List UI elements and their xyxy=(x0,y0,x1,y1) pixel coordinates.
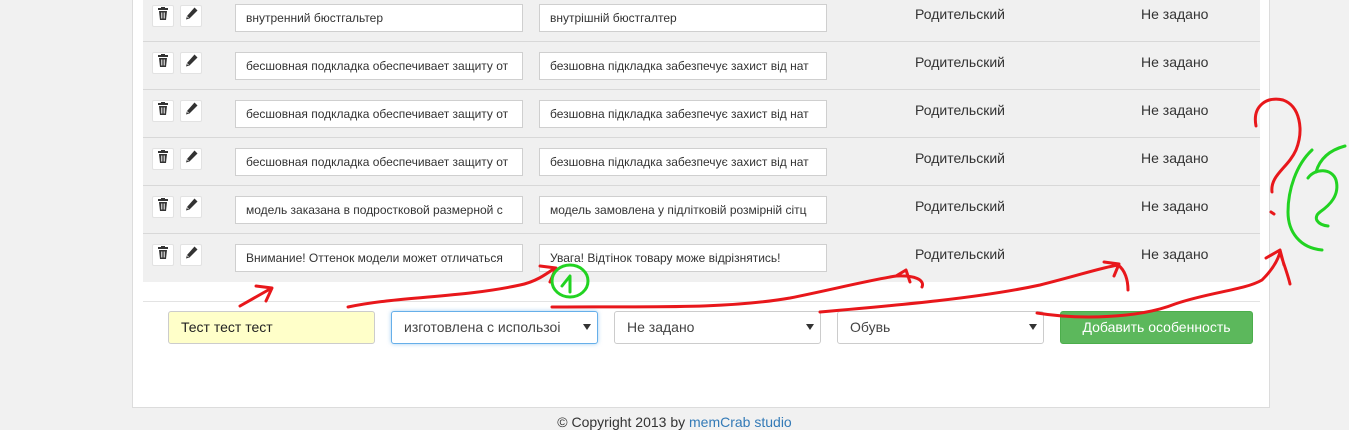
green-bracket xyxy=(1286,144,1347,252)
feature-type: Родительский xyxy=(915,6,1005,22)
delete-button[interactable] xyxy=(152,100,174,122)
delete-button[interactable] xyxy=(152,148,174,170)
footer: © Copyright 2013 by memCrab studio xyxy=(0,414,1349,430)
edit-button[interactable] xyxy=(180,148,202,170)
pencil-icon xyxy=(185,246,198,264)
table-row: бесшовная подкладка обеспечивает защиту … xyxy=(143,138,1260,186)
edit-button[interactable] xyxy=(180,52,202,74)
table-row: внутренний бюстгальтер внутрішній бюстга… xyxy=(143,0,1260,42)
feature-name-ua-input[interactable]: внутрішній бюстгалтер xyxy=(539,4,827,32)
studio-link[interactable]: memCrab studio xyxy=(689,414,792,430)
trash-icon xyxy=(157,246,169,264)
table-row: бесшовная подкладка обеспечивает защиту … xyxy=(143,90,1260,138)
feature-name-ru-input[interactable]: внутренний бюстгальтер xyxy=(235,4,523,32)
edit-button[interactable] xyxy=(180,196,202,218)
feature-value: Не задано xyxy=(1141,102,1209,118)
feature-name-ru-input[interactable]: Внимание! Оттенок модели может отличатьс… xyxy=(235,244,523,272)
caret-down-icon xyxy=(1029,324,1037,330)
feature-select[interactable]: изготовлена с использоі xyxy=(391,311,598,344)
feature-name-ru-input[interactable]: бесшовная подкладка обеспечивает защиту … xyxy=(235,52,523,80)
select-value: Не задано xyxy=(627,319,695,335)
feature-type: Родительский xyxy=(915,150,1005,166)
feature-type: Родительский xyxy=(915,246,1005,262)
trash-icon xyxy=(157,54,169,72)
table-row: Внимание! Оттенок модели может отличатьс… xyxy=(143,234,1260,282)
table-row: бесшовная подкладка обеспечивает защиту … xyxy=(143,42,1260,90)
pencil-icon xyxy=(185,54,198,72)
trash-icon xyxy=(157,198,169,216)
delete-button[interactable] xyxy=(152,244,174,266)
feature-name-ua-input[interactable]: безшовна підкладка забезпечує захист від… xyxy=(539,52,827,80)
delete-button[interactable] xyxy=(152,52,174,74)
feature-value: Не задано xyxy=(1141,198,1209,214)
copyright-text: © Copyright 2013 by xyxy=(557,414,690,430)
select-value: изготовлена с использоі xyxy=(404,319,561,335)
feature-name-ua-input[interactable]: безшовна підкладка забезпечує захист від… xyxy=(539,100,827,128)
feature-type: Родительский xyxy=(915,198,1005,214)
trash-icon xyxy=(157,102,169,120)
feature-name-ua-input[interactable]: безшовна підкладка забезпечує захист від… xyxy=(539,148,827,176)
feature-type: Родительский xyxy=(915,54,1005,70)
new-feature-name-input[interactable]: Тест тест тест xyxy=(168,311,375,344)
pencil-icon xyxy=(185,102,198,120)
edit-button[interactable] xyxy=(180,244,202,266)
feature-name-ru-input[interactable]: бесшовная подкладка обеспечивает защиту … xyxy=(235,148,523,176)
features-table: внутренний бюстгальтер внутрішній бюстга… xyxy=(143,0,1260,282)
pencil-icon xyxy=(185,198,198,216)
trash-icon xyxy=(157,150,169,168)
select-value: Обувь xyxy=(850,319,891,335)
edit-button[interactable] xyxy=(180,100,202,122)
table-row: модель заказана в подростковой размерной… xyxy=(143,186,1260,234)
divider xyxy=(143,301,1260,302)
feature-name-ua-input[interactable]: Увага! Відтінок товару може відрізнятись… xyxy=(539,244,827,272)
feature-type: Родительский xyxy=(915,102,1005,118)
trash-icon xyxy=(157,7,169,25)
feature-name-ru-input[interactable]: модель заказана в подростковой размерной… xyxy=(235,196,523,224)
feature-value: Не задано xyxy=(1141,54,1209,70)
feature-name-ua-input[interactable]: модель замовлена у підлітковій розмірній… xyxy=(539,196,827,224)
value-select[interactable]: Не задано xyxy=(614,311,821,344)
add-feature-button[interactable]: Добавить особенность xyxy=(1060,311,1253,344)
green-numeral-2 xyxy=(1306,169,1339,228)
caret-down-icon xyxy=(806,324,814,330)
delete-button[interactable] xyxy=(152,5,174,27)
delete-button[interactable] xyxy=(152,196,174,218)
category-select[interactable]: Обувь xyxy=(837,311,1044,344)
feature-value: Не задано xyxy=(1141,150,1209,166)
feature-name-ru-input[interactable]: бесшовная подкладка обеспечивает защиту … xyxy=(235,100,523,128)
feature-value: Не задано xyxy=(1141,6,1209,22)
pencil-icon xyxy=(185,7,198,25)
pencil-icon xyxy=(185,150,198,168)
feature-value: Не задано xyxy=(1141,246,1209,262)
edit-button[interactable] xyxy=(180,5,202,27)
caret-down-icon xyxy=(583,324,591,330)
